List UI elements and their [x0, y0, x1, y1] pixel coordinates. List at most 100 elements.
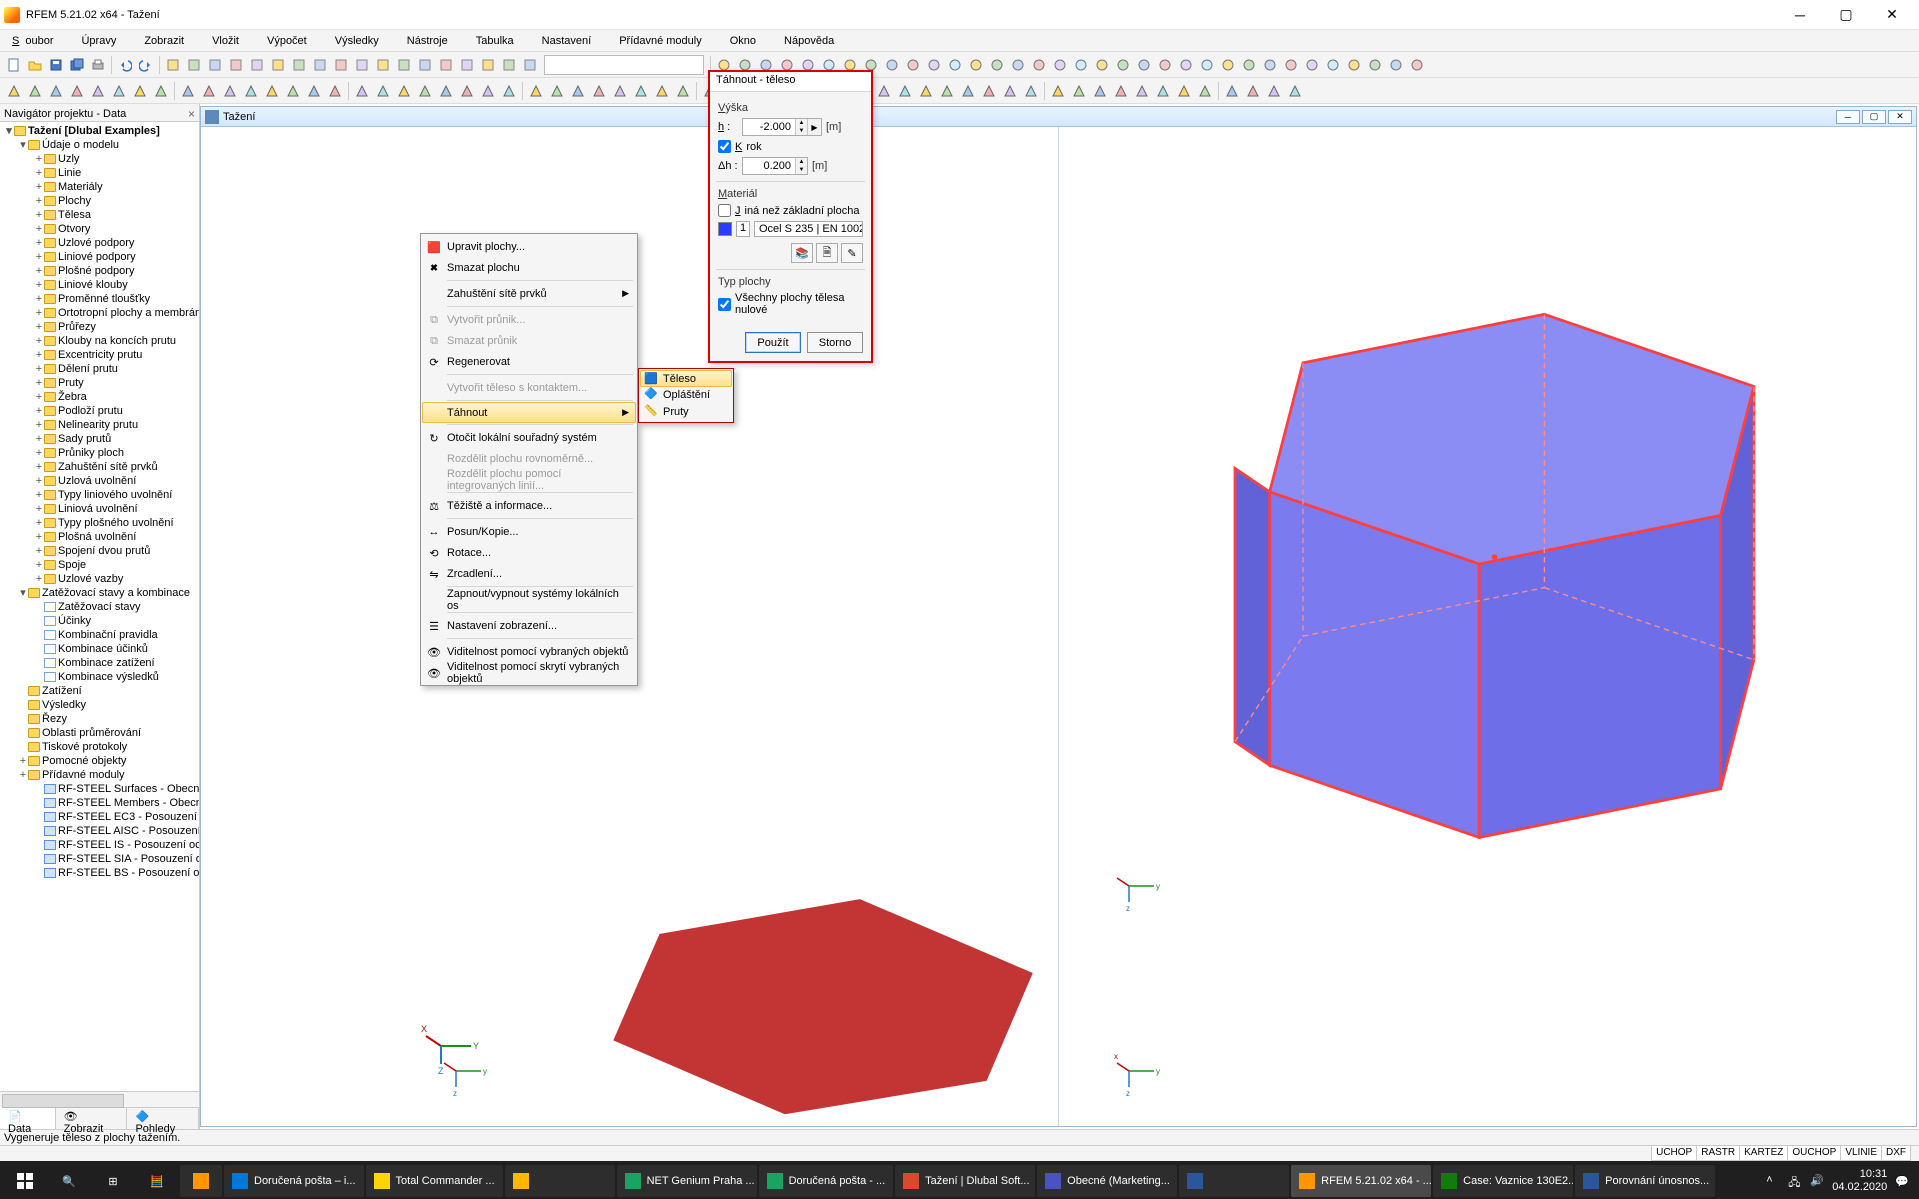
tb1b-btn-10[interactable]	[924, 55, 944, 75]
material-combo[interactable]: Ocel S 235 | EN 10025-2:200▼	[754, 221, 863, 237]
tb2-btn-47[interactable]	[1021, 81, 1041, 101]
tree-item-8[interactable]: +Plošné podpory	[2, 264, 197, 278]
tb1b-btn-22[interactable]	[1176, 55, 1196, 75]
tree-bottom-1[interactable]: Výsledky	[2, 698, 197, 712]
tree-bottom-6[interactable]: +Přídavné moduly	[2, 768, 197, 782]
menu-insert[interactable]: Vložit	[200, 33, 251, 49]
tree-item-9[interactable]: +Liniové klouby	[2, 278, 197, 292]
tb2-btn-5[interactable]	[109, 81, 129, 101]
tree-bottom-4[interactable]: Tiskové protokoly	[2, 740, 197, 754]
tb1-btn-0[interactable]	[163, 55, 183, 75]
h-spin-up-icon[interactable]: ▲	[796, 119, 807, 127]
tb1-btn-14[interactable]	[457, 55, 477, 75]
tb1b-btn-27[interactable]	[1281, 55, 1301, 75]
tb1-btn-4[interactable]	[247, 55, 267, 75]
tb2-btn-12[interactable]	[262, 81, 282, 101]
submenu-shell[interactable]: 🔷Opláštění	[641, 386, 731, 403]
status-box-vlinie[interactable]: VLINIE	[1840, 1146, 1881, 1160]
close-button[interactable]: ✕	[1869, 0, 1915, 30]
status-box-dxf[interactable]: DXF	[1881, 1146, 1910, 1160]
view-max-button[interactable]: ▢	[1862, 110, 1886, 124]
tree-module-1[interactable]: RF-STEEL Members - Obecná analýza	[2, 796, 197, 810]
tb2-btn-59[interactable]	[1285, 81, 1305, 101]
tree-item-30[interactable]: +Uzlové vazby	[2, 572, 197, 586]
taskbar-app-1[interactable]: Total Commander ...	[366, 1165, 503, 1197]
menu-results[interactable]: Výsledky	[323, 33, 391, 49]
tb2-btn-54[interactable]	[1174, 81, 1194, 101]
tb1b-btn-17[interactable]	[1071, 55, 1091, 75]
tb1-btn-3[interactable]	[226, 55, 246, 75]
tb2-btn-42[interactable]	[916, 81, 936, 101]
ctx-visibility-hidden[interactable]: 👁Viditelnost pomocí skrytí vybraných obj…	[423, 662, 635, 683]
tree-item-3[interactable]: +Plochy	[2, 194, 197, 208]
tree-item-21[interactable]: +Průniky ploch	[2, 446, 197, 460]
tb2-btn-49[interactable]	[1069, 81, 1089, 101]
start-button[interactable]	[4, 1165, 46, 1197]
tb1b-btn-12[interactable]	[966, 55, 986, 75]
tb1b-btn-25[interactable]	[1239, 55, 1259, 75]
tb1-btn-5[interactable]	[268, 55, 288, 75]
tree-item-16[interactable]: +Pruty	[2, 376, 197, 390]
tree-model-data[interactable]: ▾Údaje o modelu	[2, 138, 197, 152]
tb1b-btn-8[interactable]	[882, 55, 902, 75]
ctx-display-settings[interactable]: ☰Nastavení zobrazení...	[423, 615, 635, 636]
tray-up-icon[interactable]: ˄	[1766, 1174, 1780, 1188]
tb2-btn-20[interactable]	[436, 81, 456, 101]
tb2-btn-41[interactable]	[895, 81, 915, 101]
tb2-btn-52[interactable]	[1132, 81, 1152, 101]
tb2-btn-43[interactable]	[937, 81, 957, 101]
ctx-cg-info[interactable]: ⚖Těžiště a informace...	[423, 495, 635, 516]
tb2-btn-27[interactable]	[589, 81, 609, 101]
material-edit-button[interactable]: ✎	[841, 243, 863, 263]
tree-item-29[interactable]: +Spoje	[2, 558, 197, 572]
ctx-extrude[interactable]: Táhnout▶	[422, 402, 636, 423]
tb1b-btn-31[interactable]	[1365, 55, 1385, 75]
tb2-btn-14[interactable]	[304, 81, 324, 101]
tb2-btn-44[interactable]	[958, 81, 978, 101]
tb1b-btn-13[interactable]	[987, 55, 1007, 75]
menu-edit[interactable]: Úpravy	[69, 33, 128, 49]
tree-item-19[interactable]: +Nelinearity prutu	[2, 418, 197, 432]
menu-file[interactable]: Soubor	[6, 33, 65, 49]
tree-load-3[interactable]: Kombinace účinků	[2, 642, 197, 656]
tb-print-icon[interactable]	[88, 55, 108, 75]
tb2-btn-19[interactable]	[415, 81, 435, 101]
tb-saveall-icon[interactable]	[67, 55, 87, 75]
tb2-btn-17[interactable]	[373, 81, 393, 101]
tree-module-3[interactable]: RF-STEEL AISC - Posouzení ocelových	[2, 824, 197, 838]
tb2-btn-13[interactable]	[283, 81, 303, 101]
tb2-btn-30[interactable]	[652, 81, 672, 101]
h-spinner[interactable]: ▲▼ ▶	[742, 118, 822, 136]
tree-item-4[interactable]: +Tělesa	[2, 208, 197, 222]
status-box-uchop[interactable]: UCHOP	[1652, 1146, 1696, 1160]
tree-load-2[interactable]: Kombinační pravidla	[2, 628, 197, 642]
tb1b-btn-19[interactable]	[1113, 55, 1133, 75]
tb1-btn-11[interactable]	[394, 55, 414, 75]
dh-spinner[interactable]: ▲▼	[742, 157, 808, 175]
tb2-btn-15[interactable]	[325, 81, 345, 101]
tb2-btn-21[interactable]	[457, 81, 477, 101]
tb-open-icon[interactable]	[25, 55, 45, 75]
tb2-btn-6[interactable]	[130, 81, 150, 101]
tb-undo-icon[interactable]	[115, 55, 135, 75]
taskview-button[interactable]: ⊞	[92, 1165, 134, 1197]
tree-item-23[interactable]: +Uzlová uvolnění	[2, 474, 197, 488]
tb2-btn-55[interactable]	[1195, 81, 1215, 101]
tb1b-btn-33[interactable]	[1407, 55, 1427, 75]
tb1b-btn-9[interactable]	[903, 55, 923, 75]
navigator-hscroll[interactable]	[0, 1091, 199, 1107]
menu-tools[interactable]: Nástroje	[395, 33, 460, 49]
tree-item-13[interactable]: +Klouby na koncích prutu	[2, 334, 197, 348]
tree-item-26[interactable]: +Typy plošného uvolnění	[2, 516, 197, 530]
tb2-btn-9[interactable]	[199, 81, 219, 101]
tb1b-btn-20[interactable]	[1134, 55, 1154, 75]
tb1b-btn-24[interactable]	[1218, 55, 1238, 75]
ctx-visibility-selected[interactable]: 👁Viditelnost pomocí vybraných objektů	[423, 641, 635, 662]
tb2-btn-4[interactable]	[88, 81, 108, 101]
status-box-kartez[interactable]: KARTEZ	[1739, 1146, 1787, 1160]
tb2-btn-10[interactable]	[220, 81, 240, 101]
nav-tab-data[interactable]: 📄 Data	[0, 1107, 56, 1129]
tree-module-5[interactable]: RF-STEEL SIA - Posouzení ocelových	[2, 852, 197, 866]
tb1b-btn-11[interactable]	[945, 55, 965, 75]
h-input[interactable]	[743, 119, 795, 135]
